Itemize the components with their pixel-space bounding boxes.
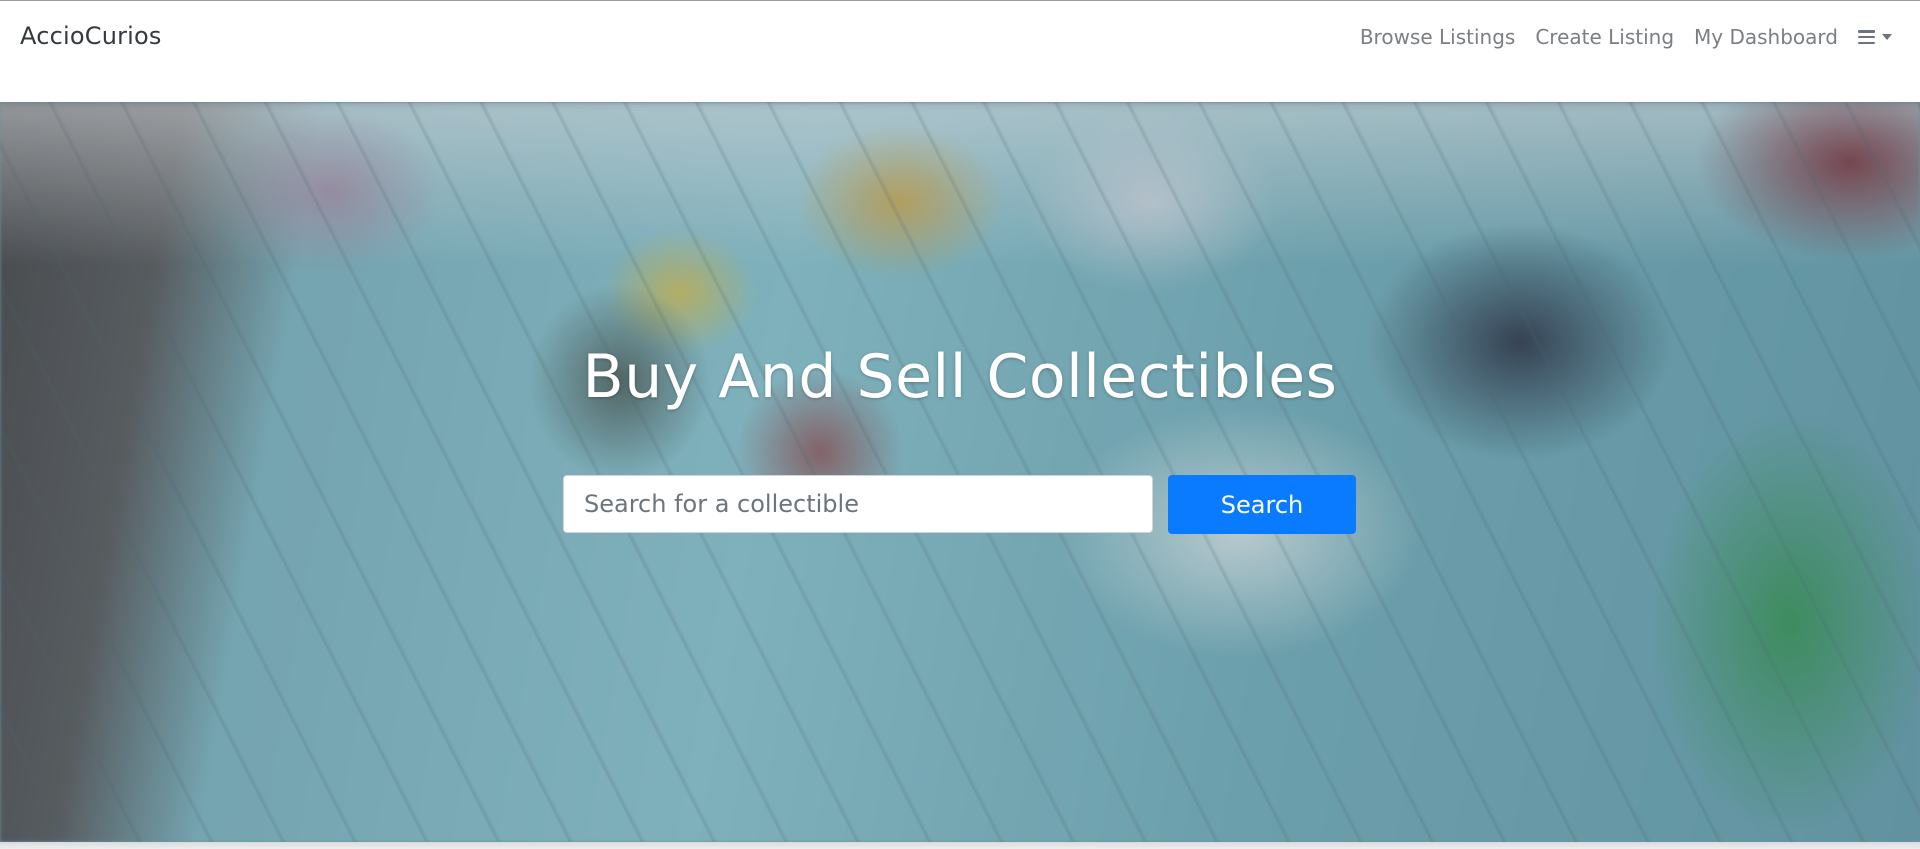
hero-content: Buy And Sell Collectibles Search [0, 102, 1920, 842]
nav-link-my-dashboard[interactable]: My Dashboard [1694, 25, 1838, 49]
brand-logo[interactable]: AccioCurios [20, 22, 162, 50]
nav-links: Browse Listings Create Listing My Dashbo… [1340, 25, 1892, 49]
search-input[interactable] [563, 475, 1153, 533]
navbar: AccioCurios Browse Listings Create Listi… [0, 1, 1920, 102]
caret-down-icon [1882, 34, 1892, 40]
nav-link-create-listing[interactable]: Create Listing [1535, 25, 1674, 49]
search-button[interactable]: Search [1168, 475, 1356, 534]
menu-dropdown-toggle[interactable] [1858, 30, 1892, 44]
hero-title: Buy And Sell Collectibles [582, 342, 1338, 412]
hamburger-menu-icon [1858, 30, 1875, 44]
search-form: Search [563, 475, 1356, 534]
hero-banner: Buy And Sell Collectibles Search [0, 102, 1920, 842]
nav-link-browse-listings[interactable]: Browse Listings [1360, 25, 1516, 49]
page-bottom-edge [0, 842, 1920, 849]
page: AccioCurios Browse Listings Create Listi… [0, 0, 1920, 849]
